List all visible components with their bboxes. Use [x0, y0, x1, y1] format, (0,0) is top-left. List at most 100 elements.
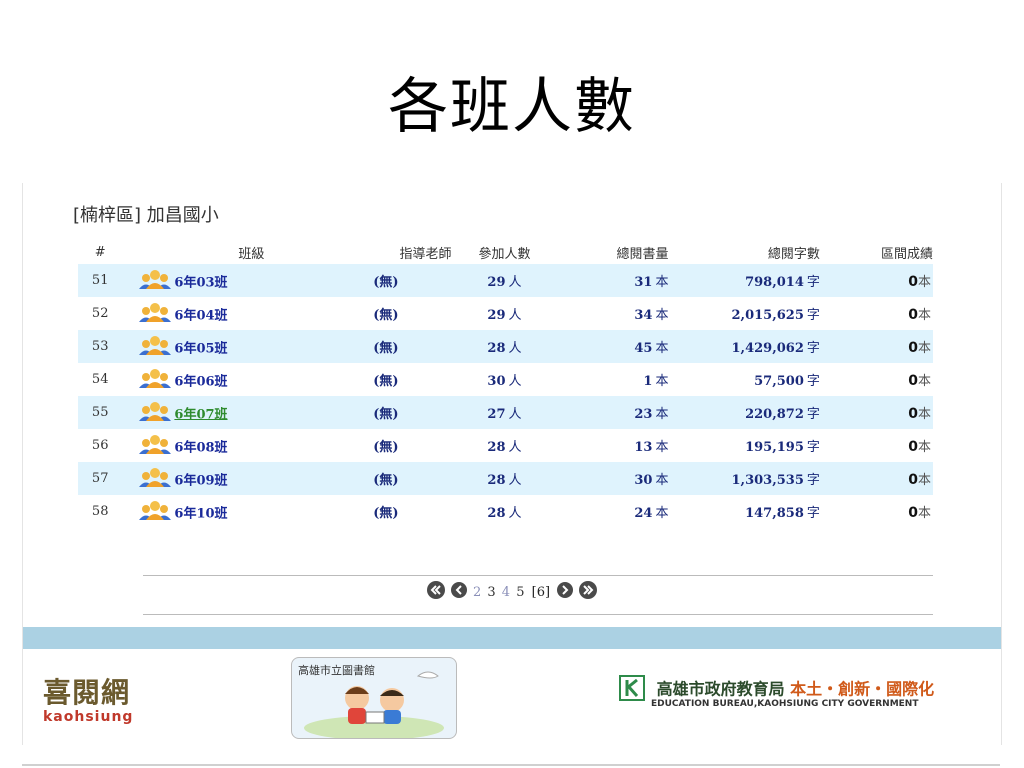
class-link[interactable]: 6年08班	[174, 440, 227, 455]
pager-divider-bottom	[143, 614, 933, 615]
score-cell: 0本	[820, 297, 933, 330]
books-unit: 本	[655, 308, 669, 323]
class-link[interactable]: 6年10班	[174, 506, 227, 521]
people-unit: 人	[508, 473, 522, 488]
table-row: 58 6年10班 (無) 28 人 24 本 147,858 字 0本	[78, 495, 933, 528]
books-unit: 本	[655, 341, 669, 356]
page-link-5[interactable]: 5	[516, 585, 524, 600]
header-words: 總閱字數	[767, 246, 820, 262]
page-link-3[interactable]: 3	[487, 585, 495, 600]
books-cell: 45 本	[557, 330, 669, 363]
score-unit: 本	[917, 506, 931, 521]
site-logo[interactable]: 喜閱網 kaohsiung	[43, 671, 133, 725]
books-cell: 23 本	[557, 396, 669, 429]
row-number: 53	[78, 330, 123, 363]
words-value: 798,014	[745, 275, 804, 290]
class-link[interactable]: 6年06班	[174, 374, 227, 389]
prev-page-icon[interactable]	[450, 582, 467, 602]
class-link[interactable]: 6年04班	[174, 308, 227, 323]
class-cell: 6年03班	[122, 264, 321, 297]
score-value: 0	[908, 439, 918, 455]
words-unit: 字	[806, 275, 820, 290]
score-value: 0	[908, 472, 918, 488]
row-number: 58	[91, 504, 109, 519]
teacher-cell: (無)	[373, 308, 399, 323]
bureau-name: 高雄市政府教育局	[656, 679, 785, 699]
participants-value: 30	[487, 374, 506, 389]
books-unit: 本	[655, 473, 669, 488]
books-value: 13	[634, 440, 653, 455]
score-unit: 本	[917, 308, 931, 323]
table-row: 53 6年05班 (無) 28 人 45 本 1,429,062 字 0本	[78, 330, 933, 363]
books-cell: 34 本	[557, 297, 668, 330]
words-cell: 798,014 字	[668, 264, 820, 297]
books-value: 45	[634, 341, 653, 356]
words-value: 57,500	[754, 374, 804, 389]
last-page-icon[interactable]	[579, 581, 598, 603]
books-value: 30	[634, 473, 653, 488]
teacher-cell: (無)	[320, 462, 452, 495]
class-cell: 6年08班	[122, 429, 320, 462]
teacher-cell: (無)	[373, 374, 399, 389]
page-link-2[interactable]: 2	[473, 585, 481, 600]
class-cell: 6年07班	[122, 396, 321, 429]
score-cell: 0本	[820, 495, 933, 528]
library-banner[interactable]: 高雄市立圖書館	[291, 657, 457, 739]
table-row: 54 6年06班 (無) 30 人 1 本 57,500 字 0本	[78, 363, 933, 396]
score-unit: 本	[917, 473, 931, 488]
table-row: 55 6年07班 (無) 27 人 23 本 220,872 字 0本	[78, 396, 933, 429]
score-value: 0	[908, 406, 918, 422]
class-link[interactable]: 6年07班	[174, 407, 227, 422]
people-unit: 人	[508, 506, 522, 521]
pager: 2 3 4 5 [6]	[23, 581, 1001, 603]
row-number: 55	[78, 396, 123, 429]
row-number: 56	[91, 438, 109, 453]
books-cell: 30 本	[557, 462, 669, 495]
score-unit: 本	[917, 341, 931, 356]
class-link[interactable]: 6年05班	[174, 341, 227, 356]
pager-divider-top	[143, 575, 933, 576]
score-value: 0	[908, 274, 918, 290]
row-number: 54	[91, 372, 109, 387]
people-icon	[138, 401, 172, 425]
table-row: 56 6年08班 (無) 28 人 13 本 195,195 字 0本	[78, 429, 933, 462]
education-bureau-logo[interactable]: 高雄市政府教育局 本土・創新・國際化 EDUCATION BUREAU,KAOH…	[619, 675, 934, 709]
books-cell: 31 本	[557, 264, 669, 297]
books-unit: 本	[655, 440, 669, 455]
people-unit: 人	[508, 308, 522, 323]
people-icon	[138, 269, 172, 293]
books-cell: 1本	[557, 363, 668, 396]
page-link-4[interactable]: 4	[502, 585, 510, 600]
words-cell: 2,015,625 字	[668, 297, 820, 330]
class-link[interactable]: 6年09班	[174, 473, 227, 488]
participants-value: 29	[487, 308, 506, 323]
score-cell: 0本	[819, 330, 933, 363]
participants-value: 28	[487, 473, 506, 488]
books-value: 24	[634, 506, 653, 521]
people-unit: 人	[508, 440, 522, 455]
books-value: 1	[643, 374, 653, 389]
bureau-english-name: EDUCATION BUREAU,KAOHSIUNG CITY GOVERNME…	[651, 699, 919, 709]
people-icon	[138, 335, 172, 359]
table-header-row: # 班級 指導老師 參加人數 總閱書量 總閱字數 區間成績	[78, 240, 933, 264]
score-cell: 0本	[820, 363, 933, 396]
table-row: 51 6年03班 (無) 29 人 31 本 798,014 字 0本	[78, 264, 933, 297]
score-unit: 本	[917, 440, 931, 455]
header-books: 總閱書量	[616, 246, 669, 262]
people-icon	[138, 302, 172, 326]
people-unit: 人	[508, 275, 522, 290]
header-score: 區間成績	[880, 246, 933, 262]
score-unit: 本	[917, 275, 931, 290]
score-unit: 本	[917, 374, 931, 389]
first-page-icon[interactable]	[426, 581, 445, 603]
next-page-icon[interactable]	[557, 582, 574, 602]
words-unit: 字	[806, 341, 820, 356]
books-unit: 本	[655, 275, 669, 290]
participants-value: 28	[487, 341, 506, 356]
participants-value: 27	[487, 407, 506, 422]
class-cell: 6年10班	[122, 495, 320, 528]
words-unit: 字	[806, 473, 820, 488]
class-link[interactable]: 6年03班	[174, 275, 227, 290]
words-cell: 57,500 字	[668, 363, 820, 396]
header-teacher: 指導老師	[399, 246, 452, 262]
